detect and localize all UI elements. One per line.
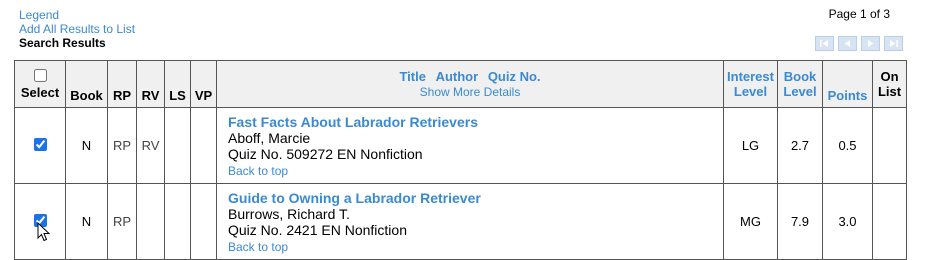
ls-header: LS bbox=[164, 60, 191, 108]
top-links: Legend Add All Results to List Search Re… bbox=[19, 8, 135, 50]
book-title-link[interactable]: Guide to Owning a Labrador Retriever bbox=[228, 190, 723, 206]
rv-header: RV bbox=[136, 60, 165, 108]
mouse-pointer-icon bbox=[37, 222, 51, 242]
interest-level-cell: LG bbox=[723, 107, 778, 184]
last-page-button[interactable] bbox=[884, 36, 903, 51]
row-select-checkbox[interactable] bbox=[33, 137, 47, 151]
points-cell: 0.5 bbox=[822, 107, 873, 184]
on-list-cell bbox=[872, 107, 907, 184]
on-list-header: On List bbox=[872, 60, 907, 108]
first-page-button[interactable] bbox=[815, 36, 834, 51]
pagination-controls bbox=[815, 36, 903, 51]
book-cell: N bbox=[65, 107, 108, 184]
back-to-top-link[interactable]: Back to top bbox=[228, 240, 723, 254]
book-cell: N bbox=[65, 183, 108, 260]
rv-cell: RV bbox=[136, 107, 165, 184]
add-all-results-link[interactable]: Add All Results to List bbox=[19, 22, 135, 36]
vp-cell bbox=[190, 107, 217, 184]
sort-by-points-link[interactable]: Points bbox=[822, 60, 873, 108]
search-results-table: Select Book RP RV LS VP Title Author Qui… bbox=[14, 60, 907, 260]
book-title-link[interactable]: Fast Facts About Labrador Retrievers bbox=[228, 114, 723, 130]
ls-cell bbox=[164, 107, 191, 184]
quiz-info: Quiz No. 509272 EN Nonfiction bbox=[228, 146, 423, 162]
sort-by-title-link[interactable]: Title bbox=[399, 69, 426, 84]
book-level-cell: 7.9 bbox=[777, 183, 823, 260]
sort-by-author-link[interactable]: Author bbox=[436, 69, 479, 84]
rp-cell: RP bbox=[107, 183, 137, 260]
select-header-label: Select bbox=[20, 84, 60, 100]
vp-header: VP bbox=[190, 60, 217, 108]
points-cell: 3.0 bbox=[822, 183, 873, 260]
last-page-icon bbox=[890, 40, 898, 47]
select-header: Select bbox=[14, 60, 66, 108]
sort-by-book-level-link[interactable]: Book Level bbox=[777, 60, 823, 108]
title-cell: Guide to Owning a Labrador Retriever Bur… bbox=[216, 183, 724, 260]
book-author: Burrows, Richard T. bbox=[228, 206, 350, 222]
quiz-info: Quiz No. 2421 EN Nonfiction bbox=[228, 222, 407, 238]
table-header-row: Select Book RP RV LS VP Title Author Qui… bbox=[14, 60, 907, 108]
interest-level-cell: MG bbox=[723, 183, 778, 260]
next-page-icon bbox=[868, 40, 874, 47]
prev-page-button[interactable] bbox=[838, 36, 857, 51]
book-header: Book bbox=[65, 60, 108, 108]
back-to-top-link[interactable]: Back to top bbox=[228, 164, 723, 178]
first-page-icon bbox=[820, 40, 828, 47]
rv-cell bbox=[136, 183, 165, 260]
ls-cell bbox=[164, 183, 191, 260]
vp-cell bbox=[190, 183, 217, 260]
rp-header: RP bbox=[107, 60, 137, 108]
sort-by-quiz-no-link[interactable]: Quiz No. bbox=[488, 69, 541, 84]
title-cell: Fast Facts About Labrador Retrievers Abo… bbox=[216, 107, 724, 184]
table-row: N RP RV Fast Facts About Labrador Retrie… bbox=[14, 107, 907, 184]
next-page-button[interactable] bbox=[861, 36, 880, 51]
select-all-checkbox[interactable] bbox=[33, 68, 47, 82]
table-row: N RP Guide to Owning a Labrador Retrieve… bbox=[14, 183, 907, 260]
search-results-heading: Search Results bbox=[19, 36, 106, 50]
on-list-cell bbox=[872, 183, 907, 260]
book-author: Aboff, Marcie bbox=[228, 130, 311, 146]
sort-by-interest-level-link[interactable]: Interest Level bbox=[723, 60, 778, 108]
book-level-cell: 2.7 bbox=[777, 107, 823, 184]
select-cell bbox=[14, 107, 66, 184]
show-more-details-link[interactable]: Show More Details bbox=[217, 85, 723, 99]
legend-link[interactable]: Legend bbox=[19, 8, 135, 22]
page-indicator: Page 1 of 3 bbox=[828, 7, 890, 21]
title-author-quiz-header: Title Author Quiz No. Show More Details bbox=[216, 60, 724, 108]
rp-cell: RP bbox=[107, 107, 137, 184]
prev-page-icon bbox=[844, 40, 850, 47]
